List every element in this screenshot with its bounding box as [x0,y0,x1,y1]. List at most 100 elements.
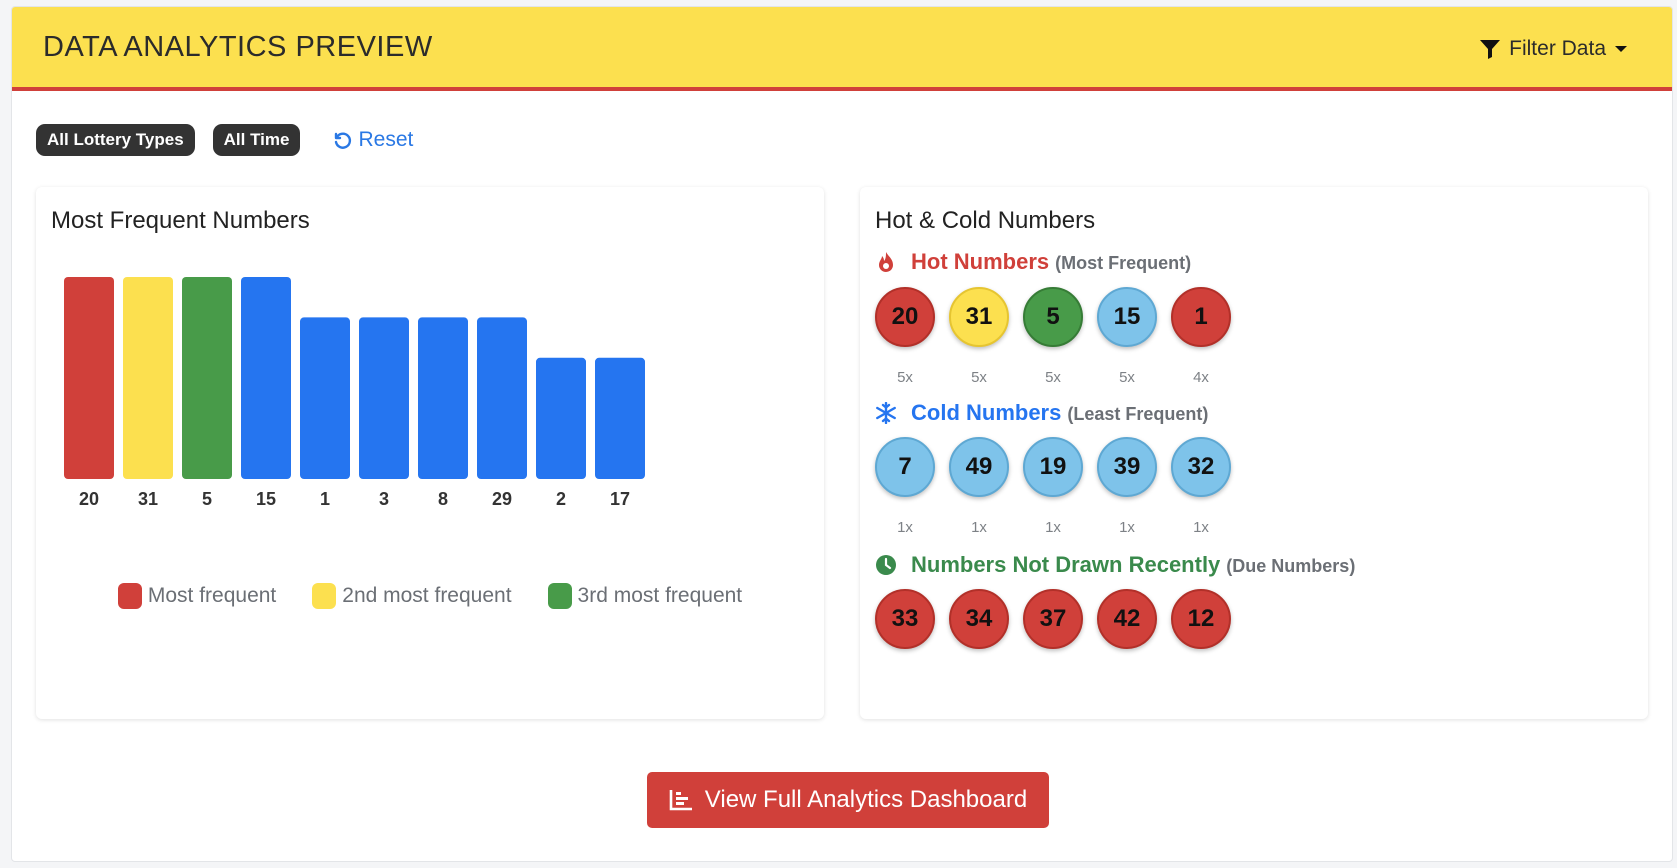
due-numbers-sub: (Due Numbers) [1226,556,1356,576]
tick-label: 8 [438,489,448,509]
hot-numbers-heading: Hot Numbers (Most Frequent) [875,249,1191,275]
number-ball-item: 7 1x [875,437,935,536]
legend-swatch [117,583,142,609]
filter-badge-time-range[interactable]: All Time [212,124,301,156]
legend-swatch [312,583,337,609]
hot-numbers-sub: (Most Frequent) [1055,253,1192,273]
number-ball-item: 34 [949,589,1009,649]
number-ball: 12 [1171,589,1231,649]
bar-2 [536,357,586,479]
tick-label: 20 [79,489,99,509]
cold-numbers-heading: Cold Numbers (Least Frequent) [875,400,1208,426]
number-ball: 31 [949,287,1009,347]
number-ball: 32 [1171,437,1231,497]
frequency-bar-chart: 20 31 5 15 1 3 8 29 2 17 [64,277,645,509]
bar-29 [477,317,527,479]
number-ball: 34 [949,589,1009,649]
number-ball: 42 [1097,589,1157,649]
hot-cold-panel: Hot & Cold Numbers Hot Numbers (Most Fre… [860,187,1648,719]
bar-3 [359,317,409,479]
clock-icon [876,555,896,575]
tick-label: 2 [556,489,566,509]
number-ball-item: 31 5x [949,287,1009,386]
legend-label: 2nd most frequent [342,584,512,607]
view-full-dashboard-label: View Full Analytics Dashboard [704,786,1028,813]
undo-icon [335,132,352,149]
chart-bar-icon [669,790,692,811]
view-full-dashboard-button[interactable]: View Full Analytics Dashboard [647,772,1049,828]
bar-20 [64,277,114,479]
snowflake-icon [876,402,896,424]
draw-count: 1x [971,519,987,536]
page-title: DATA ANALYTICS PREVIEW [43,31,433,63]
due-numbers-list: 33 34 37 42 12 [875,589,1231,649]
number-ball: 39 [1097,437,1157,497]
number-ball-item: 5 5x [1023,287,1083,386]
number-ball: 7 [875,437,935,497]
tick-label: 31 [138,489,158,509]
legend-label: Most frequent [147,584,277,607]
number-ball: 15 [1097,287,1157,347]
filter-data-label: Filter Data [1509,37,1606,60]
due-numbers-label: Numbers Not Drawn Recently [911,552,1221,577]
card-header: DATA ANALYTICS PREVIEW Filter Data [12,7,1672,91]
number-ball: 33 [875,589,935,649]
draw-count: 4x [1193,369,1209,386]
tick-label: 17 [610,489,630,509]
number-ball-item: 15 5x [1097,287,1157,386]
number-ball: 20 [875,287,935,347]
most-frequent-panel: Most Frequent Numbers 20 31 5 15 1 3 8 29 2 17 Mo… [36,187,824,719]
number-ball-item: 32 1x [1171,437,1231,536]
number-ball-item: 1 4x [1171,287,1231,386]
draw-count: 1x [1193,519,1209,536]
filter-icon [1480,40,1501,59]
draw-count: 1x [897,519,913,536]
analytics-card: DATA ANALYTICS PREVIEW Filter Data All L… [11,6,1673,862]
reset-link[interactable]: Reset [332,128,413,152]
number-ball-item: 49 1x [949,437,1009,536]
fire-icon [879,252,893,272]
number-ball-item: 42 [1097,589,1157,649]
tick-label: 15 [256,489,276,509]
filter-badge-lottery-type[interactable]: All Lottery Types [36,124,195,156]
draw-count: 5x [971,369,987,386]
bar-17 [595,357,645,479]
number-ball: 49 [949,437,1009,497]
reset-label: Reset [358,128,414,151]
due-numbers-heading: Numbers Not Drawn Recently (Due Numbers) [875,552,1355,578]
tick-label: 1 [320,489,330,509]
tick-label: 3 [379,489,389,509]
draw-count: 5x [897,369,913,386]
number-ball-item: 19 1x [1023,437,1083,536]
caret-down-icon [1615,46,1627,52]
filter-data-dropdown[interactable]: Filter Data [1479,31,1628,67]
draw-count: 5x [1045,369,1061,386]
bar-5 [182,277,232,479]
bar-8 [418,317,468,479]
draw-count: 5x [1119,369,1135,386]
legend-swatch [547,583,572,609]
number-ball: 1 [1171,287,1231,347]
number-ball-item: 12 [1171,589,1231,649]
active-filters: All Lottery Types All Time Reset [36,124,413,156]
cold-numbers-label: Cold Numbers [911,400,1062,425]
bar-15 [241,277,291,479]
bar-31 [123,277,173,479]
draw-count: 1x [1119,519,1135,536]
legend-label: 3rd most frequent [577,584,743,607]
bar-1 [300,317,350,479]
cold-numbers-list: 7 1x 49 1x 19 1x 39 1x 32 1x [875,437,1231,536]
legend-item: Most frequent [117,583,277,609]
tick-label: 5 [202,489,212,509]
number-ball: 5 [1023,287,1083,347]
number-ball-item: 37 [1023,589,1083,649]
chart-legend: Most frequent 2nd most frequent 3rd most f… [36,583,824,609]
legend-item: 3rd most frequent [547,583,743,609]
legend-item: 2nd most frequent [312,583,512,609]
draw-count: 1x [1045,519,1061,536]
cold-numbers-sub: (Least Frequent) [1067,404,1209,424]
number-ball-item: 20 5x [875,287,935,386]
number-ball: 19 [1023,437,1083,497]
number-ball-item: 33 [875,589,935,649]
hot-cold-title: Hot & Cold Numbers [875,207,1096,234]
